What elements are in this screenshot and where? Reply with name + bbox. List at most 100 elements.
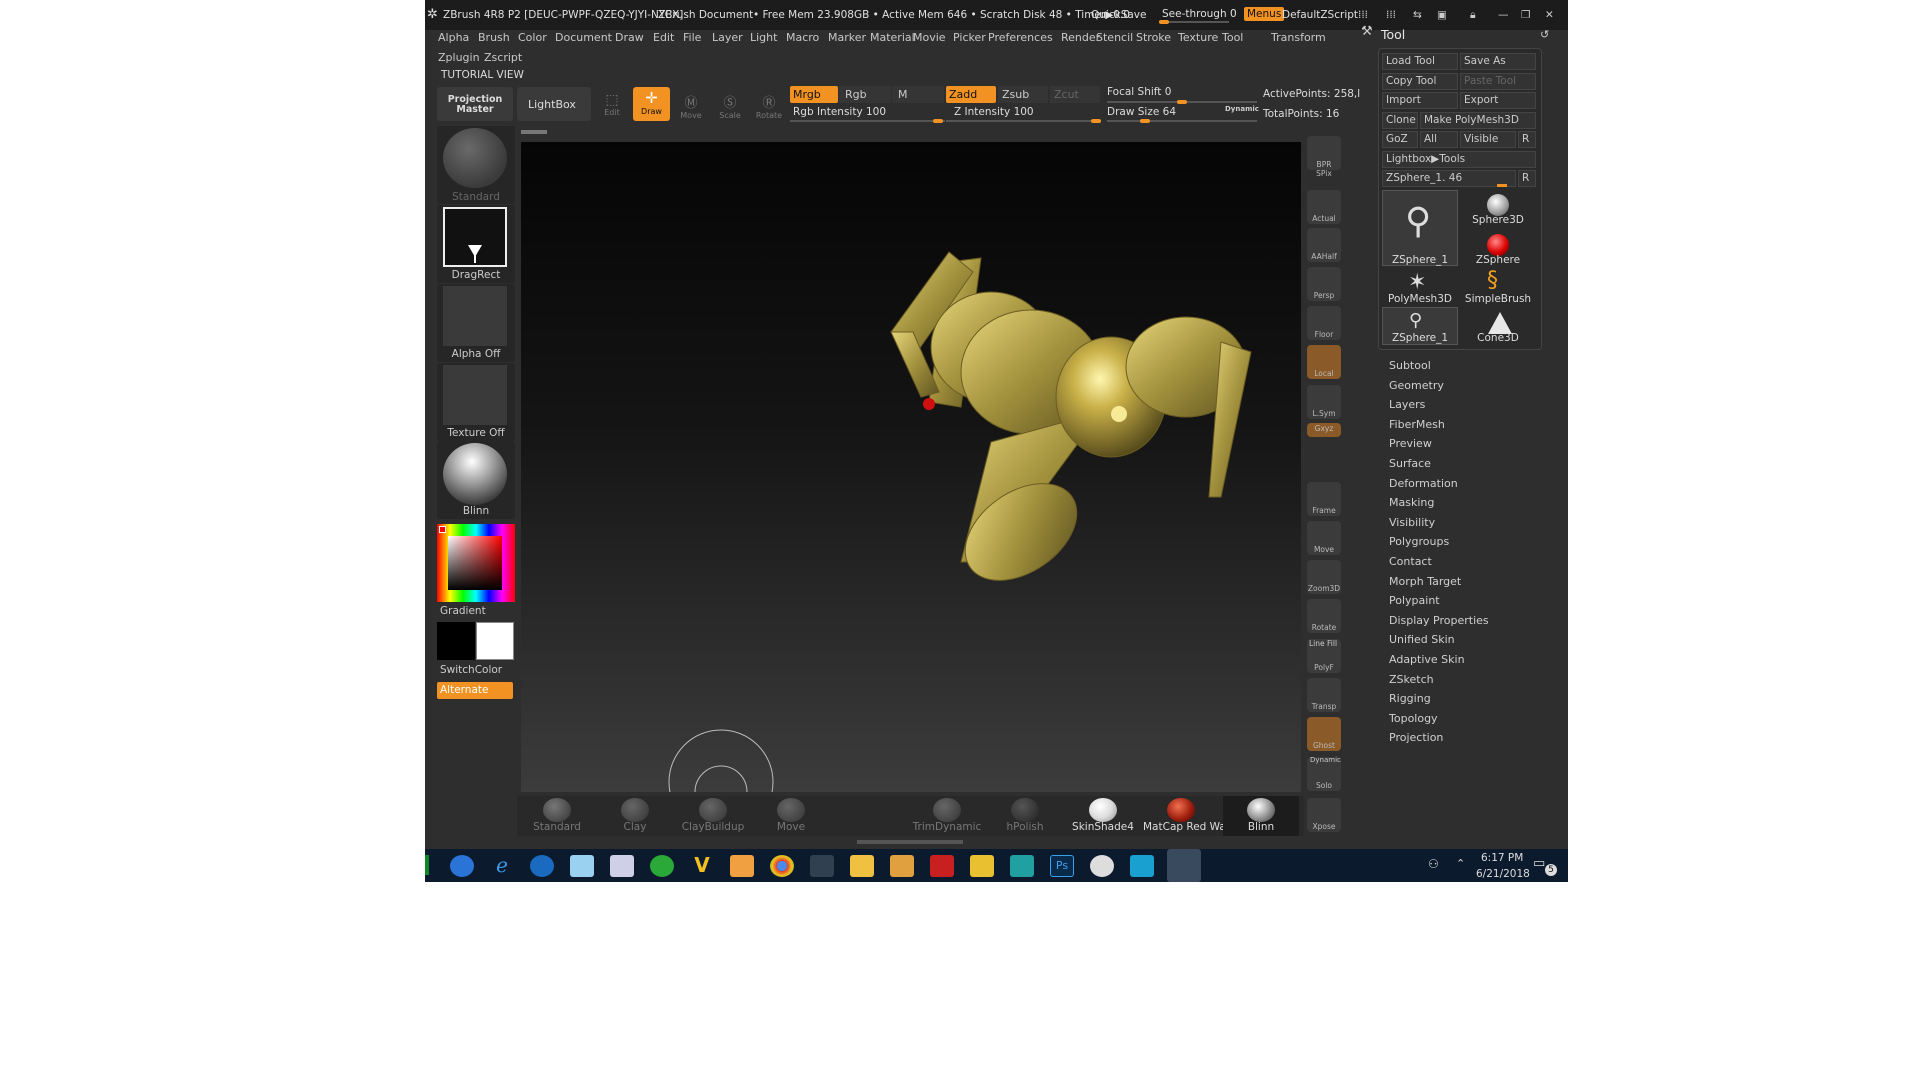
tool-thumb-label-zsphere[interactable]: ZSphere [1462, 254, 1534, 266]
zoom3d-icon[interactable]: Zoom3D [1307, 560, 1341, 594]
palette-icon[interactable]: ▣ [1437, 9, 1447, 21]
app-grid-icon[interactable] [610, 855, 634, 877]
teamviewer-icon[interactable] [530, 855, 554, 877]
menu-layer[interactable]: Layer [712, 31, 743, 44]
ghost-icon[interactable]: Ghost [1307, 717, 1341, 751]
cone3d-icon[interactable] [1488, 312, 1512, 334]
goz-all-button[interactable]: All [1420, 131, 1458, 148]
subpalette-geometry[interactable]: Geometry [1389, 379, 1444, 392]
make-polymesh3d-button[interactable]: Make PolyMesh3D [1420, 112, 1536, 129]
menu-file[interactable]: File [683, 31, 701, 44]
close-icon[interactable]: ✕ [1545, 9, 1554, 21]
projection-master-button[interactable]: Projection Master [437, 87, 513, 121]
move-mode-button[interactable]: Ⓜ Move [676, 92, 706, 120]
draw-size-slider[interactable] [1107, 119, 1257, 123]
subpalette-visibility[interactable]: Visibility [1389, 516, 1435, 529]
zsphere-model[interactable] [521, 142, 1301, 835]
rotate-view-icon[interactable]: Rotate [1307, 599, 1341, 633]
frame-icon[interactable]: Frame [1307, 482, 1341, 516]
clock-time[interactable]: 6:17 PM [1481, 852, 1523, 864]
actual-icon[interactable]: Actual [1307, 190, 1341, 224]
brush-slot-standard[interactable]: Standard [519, 796, 595, 836]
subpalette-projection[interactable]: Projection [1389, 731, 1443, 744]
brush-slot-blinn[interactable]: Blinn [1223, 796, 1299, 836]
menu-draw[interactable]: Draw [615, 31, 644, 44]
goz-button[interactable]: GoZ [1382, 131, 1418, 148]
zadd-button[interactable]: Zadd [946, 86, 996, 103]
tool-slider-knob[interactable] [1497, 184, 1507, 187]
draw-size-knob[interactable] [1140, 119, 1150, 123]
screen-capture-icon[interactable] [810, 855, 834, 877]
copy-tool-button[interactable]: Copy Tool [1382, 73, 1458, 90]
import-button[interactable]: Import [1382, 92, 1458, 109]
subpalette-masking[interactable]: Masking [1389, 496, 1434, 509]
load-tool-button[interactable]: Load Tool [1382, 53, 1458, 70]
xpose-icon[interactable]: Xpose [1307, 798, 1341, 832]
switchcolor-button[interactable]: SwitchColor [440, 664, 502, 676]
tool-palette-title[interactable]: Tool [1381, 27, 1405, 42]
subpalette-contact[interactable]: Contact [1389, 555, 1432, 568]
subpalette-zsketch[interactable]: ZSketch [1389, 673, 1434, 686]
rotate-mode-button[interactable]: Ⓡ Rotate [754, 92, 784, 120]
rgb-intensity-knob[interactable] [933, 119, 943, 123]
transp-icon[interactable]: Transp [1307, 678, 1341, 712]
local-icon[interactable]: Local [1307, 345, 1341, 379]
menu-brush[interactable]: Brush [478, 31, 510, 44]
zbrush-taskbar-icon[interactable] [1167, 849, 1201, 882]
tool-thumb-label-sphere3d[interactable]: Sphere3D [1462, 214, 1534, 226]
edge-browser-icon[interactable]: ℯ [490, 855, 514, 877]
notification-icon[interactable]: ▭ [1533, 856, 1545, 871]
quicksave-button[interactable]: QuickSave [1091, 9, 1146, 21]
people-icon[interactable]: ⚇ [1428, 857, 1439, 871]
tray-chevron-icon[interactable]: ⌃ [1456, 857, 1465, 870]
subpalette-subtool[interactable]: Subtool [1389, 359, 1431, 372]
meshmixer-icon[interactable] [1090, 855, 1114, 877]
z-intensity-knob[interactable] [1091, 119, 1101, 123]
menu-marker[interactable]: Marker [828, 31, 866, 44]
tool-thumb-label-polymesh3d[interactable]: PolyMesh3D [1384, 293, 1456, 305]
mrgb-button[interactable]: Mrgb [790, 86, 838, 103]
subpalette-layers[interactable]: Layers [1389, 398, 1425, 411]
tool-pin-icon[interactable]: ⚒ [1361, 24, 1373, 39]
minimize-icon[interactable]: — [1498, 9, 1509, 21]
seethrough-slider[interactable]: See-through 0 [1162, 8, 1237, 20]
menu-render[interactable]: Render [1061, 31, 1100, 44]
menu-stroke[interactable]: Stroke [1136, 31, 1171, 44]
brush-slot-clay[interactable]: Clay [597, 796, 673, 836]
brush-slot-move[interactable]: Move [753, 796, 829, 836]
brush-slot-hpolish[interactable]: hPolish [987, 796, 1063, 836]
spix-label[interactable]: SPix [1307, 168, 1341, 182]
alpha-selector[interactable]: Alpha Off [437, 284, 515, 362]
color-picker[interactable] [437, 524, 515, 602]
sphere3d-icon[interactable] [1487, 194, 1509, 216]
alternate-button[interactable]: Alternate [437, 682, 513, 699]
viewer-app-icon[interactable] [730, 855, 754, 877]
save-as-button[interactable]: Save As [1460, 53, 1536, 70]
subpalette-fibermesh[interactable]: FiberMesh [1389, 418, 1445, 431]
goz-r-button[interactable]: R [1518, 131, 1536, 148]
restore-icon[interactable]: ❐ [1521, 9, 1530, 21]
menu-preferences[interactable]: Preferences [988, 31, 1053, 44]
clone-button[interactable]: Clone [1382, 112, 1418, 129]
dynamic-toggle[interactable]: Dynamic [1225, 105, 1259, 113]
cura-icon[interactable] [1130, 855, 1154, 877]
photoshop-icon[interactable]: Ps [1050, 855, 1074, 877]
gradient-label[interactable]: Gradient [440, 605, 486, 617]
main-color-swatch[interactable] [476, 622, 514, 660]
brush-selector[interactable]: Standard [437, 126, 515, 204]
menu-tool[interactable]: Tool [1222, 31, 1243, 44]
menu-light[interactable]: Light [750, 31, 777, 44]
subpalette-polypaint[interactable]: Polypaint [1389, 594, 1440, 607]
clock-date[interactable]: 6/21/2018 [1476, 868, 1530, 880]
subpalette-display-properties[interactable]: Display Properties [1389, 614, 1489, 627]
persp-icon[interactable]: Persp [1307, 267, 1341, 301]
layout-icon[interactable]: ⁞⁞⁞ [1358, 9, 1368, 21]
maya-icon[interactable] [1010, 855, 1034, 877]
lock-icon[interactable]: 🔒︎ [1470, 9, 1476, 22]
tool-thumb-label-zsphere-1[interactable]: ZSphere_1 [1384, 254, 1456, 266]
layout2-icon[interactable]: ⁞⁞⁞ [1386, 9, 1396, 21]
subpalette-morph-target[interactable]: Morph Target [1389, 575, 1461, 588]
menu-alpha[interactable]: Alpha [438, 31, 469, 44]
solidworks-icon[interactable] [930, 855, 954, 877]
brush-slot-trimdynamic[interactable]: TrimDynamic [909, 796, 985, 836]
